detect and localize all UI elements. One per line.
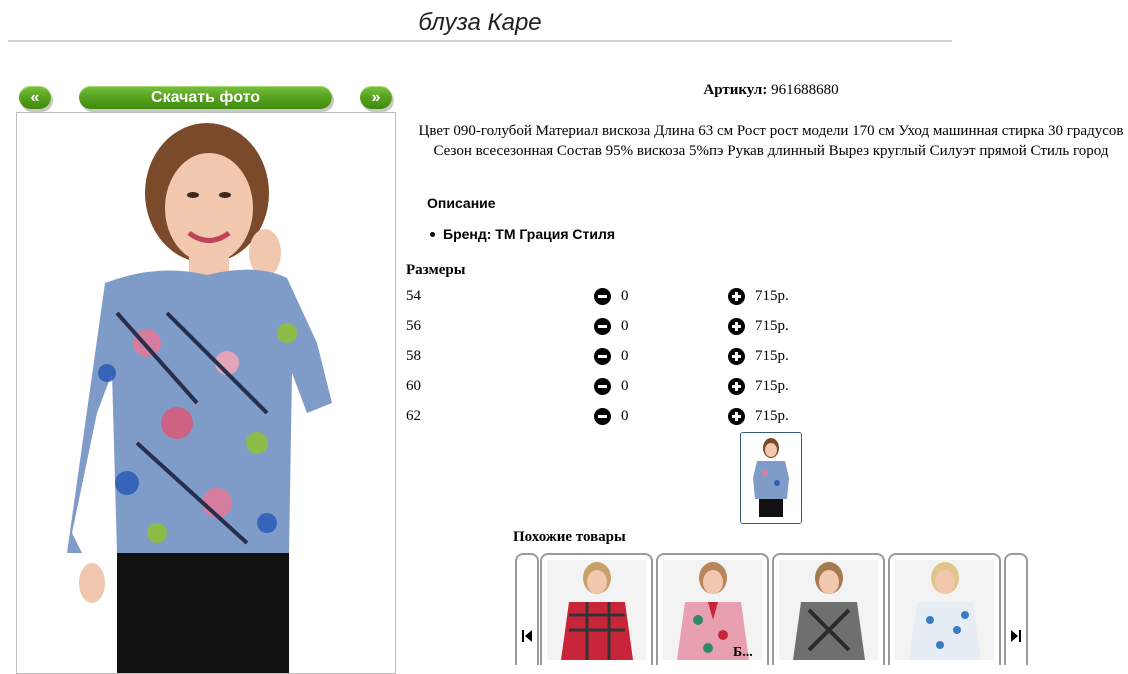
product-title: блуза Каре (418, 9, 542, 36)
quantity-value: 0 (621, 348, 629, 364)
brand-item: Бренд: ТМ Грация Стиля (430, 226, 615, 242)
cut-off-text: Б... (733, 645, 753, 660)
plus-icon[interactable] (728, 288, 745, 305)
plus-icon[interactable] (728, 378, 745, 395)
size-value: 58 (406, 348, 421, 364)
minus-icon[interactable] (594, 318, 611, 335)
size-row: 56 0 715р. (406, 318, 826, 338)
price-value: 715р. (755, 378, 789, 394)
sizes-heading: Размеры (406, 262, 466, 278)
skip-forward-icon (1011, 630, 1021, 642)
similar-product-image (779, 560, 878, 660)
plus-icon[interactable] (728, 318, 745, 335)
product-description: Цвет 090-голубой Материал вискоза Длина … (418, 123, 1124, 159)
size-value: 54 (406, 288, 421, 304)
similar-product-card[interactable] (540, 553, 653, 665)
plus-icon[interactable] (728, 408, 745, 425)
size-row: 58 0 715р. (406, 348, 826, 368)
price-value: 715р. (755, 288, 789, 304)
model-photo-image (17, 113, 395, 673)
article-label: Артикул: (703, 82, 768, 98)
quantity-value: 0 (621, 408, 629, 424)
price-value: 715р. (755, 348, 789, 364)
minus-icon[interactable] (594, 408, 611, 425)
size-row: 60 0 715р. (406, 378, 826, 398)
similar-products-heading: Похожие товары (513, 529, 626, 545)
download-photo-button[interactable]: Скачать фото (79, 86, 332, 109)
similar-product-image (547, 560, 646, 660)
similar-product-image (895, 560, 994, 660)
bullet-icon (430, 231, 435, 237)
size-row: 54 0 715р. (406, 288, 826, 308)
quantity-value: 0 (621, 378, 629, 394)
size-row: 62 0 715р. (406, 408, 826, 428)
similar-product-card[interactable] (772, 553, 885, 665)
quantity-value: 0 (621, 318, 629, 334)
minus-icon[interactable] (594, 378, 611, 395)
thumbnail-image (741, 433, 801, 523)
size-value: 60 (406, 378, 421, 394)
similar-product-card[interactable] (888, 553, 1001, 665)
article-line: Артикул: 961688680 (406, 82, 1128, 99)
plus-icon[interactable] (728, 348, 745, 365)
price-value: 715р. (755, 318, 789, 334)
price-value: 715р. (755, 408, 789, 424)
carousel-next-button[interactable] (1004, 553, 1028, 665)
description-heading: Описание (427, 195, 496, 211)
carousel-prev-button[interactable] (515, 553, 539, 665)
product-photo (16, 112, 396, 674)
prev-photo-button[interactable]: « (19, 86, 51, 109)
size-value: 62 (406, 408, 421, 424)
article-value: 961688680 (771, 82, 839, 98)
skip-back-icon (522, 630, 532, 642)
next-photo-button[interactable]: » (360, 86, 392, 109)
photo-thumbnail[interactable] (740, 432, 802, 524)
minus-icon[interactable] (594, 288, 611, 305)
brand-label: Бренд: ТМ Грация Стиля (443, 226, 616, 242)
quantity-value: 0 (621, 288, 629, 304)
minus-icon[interactable] (594, 348, 611, 365)
size-value: 56 (406, 318, 421, 334)
title-divider (8, 40, 952, 42)
